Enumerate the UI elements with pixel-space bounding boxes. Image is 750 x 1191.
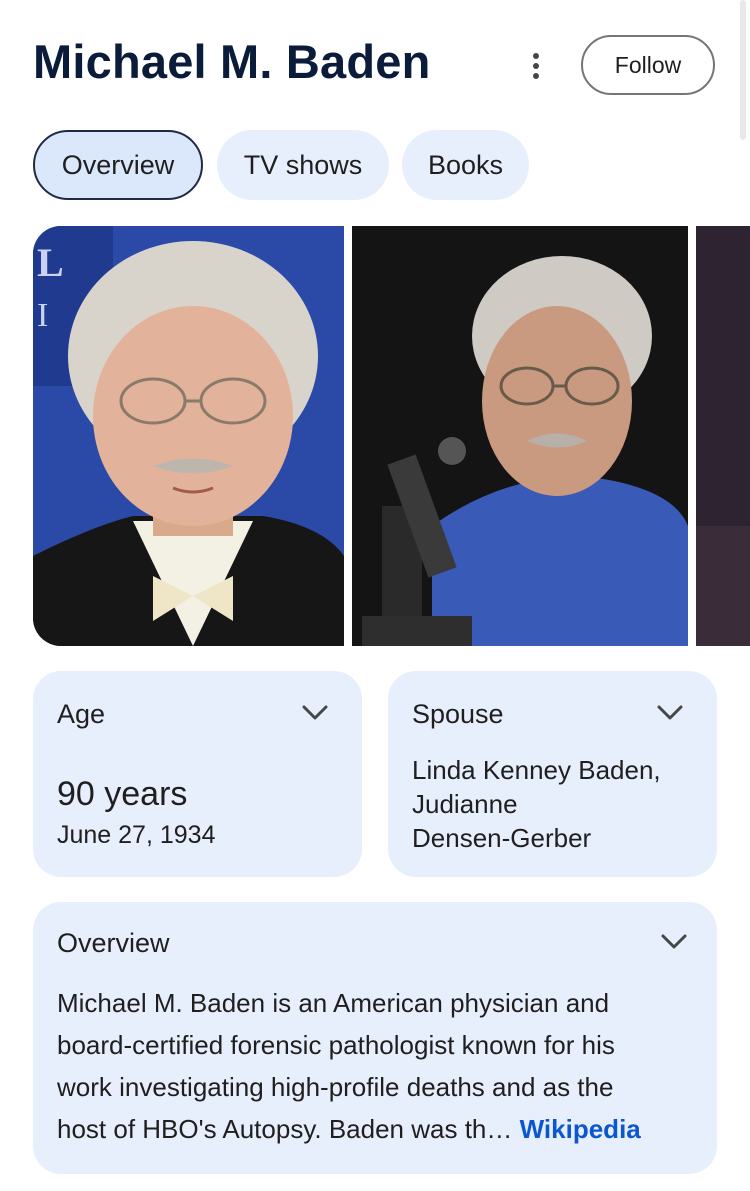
tab-overview[interactable]: Overview	[33, 130, 203, 200]
overview-line-4-text: host of HBO's Autopsy. Baden was th…	[57, 1114, 513, 1144]
spouse-line-2[interactable]: Judianne	[412, 787, 518, 821]
image-1[interactable]: L I	[33, 226, 344, 646]
svg-text:I: I	[37, 297, 48, 334]
spouse-line-3[interactable]: Densen-Gerber	[412, 821, 591, 855]
chevron-down-icon[interactable]	[300, 703, 330, 723]
image-3[interactable]	[696, 226, 750, 646]
overview-line-2: board-certified forensic pathologist kno…	[57, 1030, 615, 1060]
more-dot	[533, 63, 539, 69]
more-dot	[533, 53, 539, 59]
svg-text:L: L	[37, 240, 64, 285]
overview-line-4: host of HBO's Autopsy. Baden was th… Wik…	[57, 1108, 641, 1150]
chevron-down-icon[interactable]	[659, 932, 689, 952]
scrollbar[interactable]	[740, 0, 746, 140]
age-value: 90 years	[57, 775, 188, 813]
follow-button[interactable]: Follow	[581, 35, 715, 95]
more-dot	[533, 73, 539, 79]
overview-card[interactable]: Overview Michael M. Baden is an American…	[33, 902, 717, 1174]
tab-books[interactable]: Books	[402, 130, 529, 200]
age-card[interactable]: Age 90 years June 27, 1934	[33, 671, 362, 877]
spouse-label: Spouse	[412, 699, 504, 729]
overview-line-3: work investigating high-profile deaths a…	[57, 1072, 614, 1102]
overview-label: Overview	[57, 928, 170, 958]
tab-tv-shows[interactable]: TV shows	[217, 130, 389, 200]
birth-date: June 27, 1934	[57, 821, 216, 849]
more-options-icon[interactable]	[520, 44, 552, 88]
age-label: Age	[57, 699, 106, 729]
wikipedia-link[interactable]: Wikipedia	[520, 1114, 641, 1144]
page-title: Michael M. Baden	[33, 35, 431, 88]
image-2[interactable]	[352, 226, 688, 646]
overview-line-1: Michael M. Baden is an American physicia…	[57, 988, 610, 1018]
chevron-down-icon[interactable]	[655, 703, 685, 723]
spouse-card[interactable]: Spouse Linda Kenney Baden, Judianne Dens…	[388, 671, 717, 877]
spouse-line-1[interactable]: Linda Kenney Baden,	[412, 753, 661, 787]
